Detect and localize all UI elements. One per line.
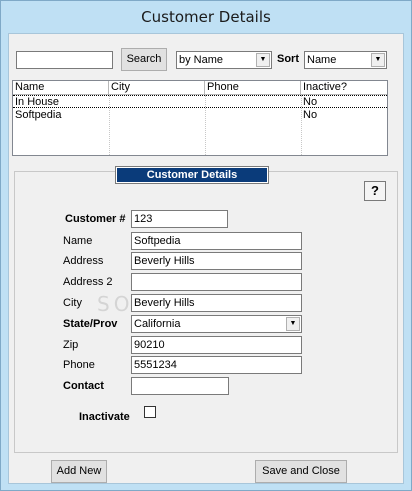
state-select[interactable]: California ▼ xyxy=(131,315,302,333)
cell-inactive: No xyxy=(303,96,318,108)
phone-field[interactable] xyxy=(131,356,302,374)
search-button[interactable]: Search xyxy=(121,48,167,71)
address2-label: Address 2 xyxy=(63,276,113,288)
contact-label: Contact xyxy=(63,380,104,392)
list-row[interactable]: In House No xyxy=(13,95,387,108)
chevron-down-icon[interactable]: ▼ xyxy=(286,317,300,331)
chevron-down-icon[interactable]: ▼ xyxy=(371,53,385,67)
city-label: City xyxy=(63,297,82,309)
address2-field[interactable] xyxy=(131,273,302,291)
details-panel-title: Customer Details xyxy=(115,166,269,184)
search-input[interactable] xyxy=(16,51,113,69)
cell-name: In House xyxy=(15,96,60,108)
sort-select-value: Name xyxy=(307,54,337,66)
help-button[interactable]: ? xyxy=(364,181,386,201)
inactivate-checkbox[interactable] xyxy=(144,406,156,418)
app-window: Customer Details Search by Name ▼ Sort N… xyxy=(0,0,412,491)
city-field[interactable] xyxy=(131,294,302,312)
filter-select-value: by Name xyxy=(179,54,224,66)
column-header-name[interactable]: Name xyxy=(13,81,109,95)
zip-field[interactable] xyxy=(131,336,302,354)
window-title: Customer Details xyxy=(141,8,271,26)
sort-select[interactable]: Name ▼ xyxy=(304,51,387,69)
add-new-button[interactable]: Add New xyxy=(51,460,107,483)
name-field[interactable] xyxy=(131,232,302,250)
save-and-close-button[interactable]: Save and Close xyxy=(255,460,347,483)
list-row[interactable]: Softpedia No xyxy=(13,109,387,122)
customer-no-label: Customer # xyxy=(65,213,126,225)
cell-phone xyxy=(205,109,207,122)
inactivate-label: Inactivate xyxy=(79,411,130,423)
column-header-city[interactable]: City xyxy=(109,81,205,95)
cell-city xyxy=(109,96,111,109)
name-label: Name xyxy=(63,235,93,247)
column-header-inactive[interactable]: Inactive? xyxy=(301,81,387,95)
help-icon: ? xyxy=(371,183,379,198)
column-header-phone[interactable]: Phone xyxy=(205,81,301,95)
cell-city xyxy=(109,109,111,122)
cell-phone xyxy=(205,96,207,109)
address-field[interactable] xyxy=(131,252,302,270)
state-label: State/Prov xyxy=(63,318,118,330)
contact-field[interactable] xyxy=(131,377,229,395)
zip-label: Zip xyxy=(63,339,79,351)
cell-inactive: No xyxy=(303,109,318,121)
sort-label: Sort xyxy=(277,53,299,65)
customer-no-field[interactable] xyxy=(131,210,228,228)
phone-label: Phone xyxy=(63,359,95,371)
customer-list[interactable]: Name City Phone Inactive? In House No So… xyxy=(12,80,388,156)
chevron-down-icon[interactable]: ▼ xyxy=(256,53,270,67)
client-area: Search by Name ▼ Sort Name ▼ Name City P… xyxy=(8,33,404,484)
filter-select[interactable]: by Name ▼ xyxy=(176,51,272,69)
state-select-value: California xyxy=(134,318,181,330)
list-header: Name City Phone Inactive? xyxy=(13,81,387,95)
address-label: Address xyxy=(63,255,104,267)
cell-name: Softpedia xyxy=(15,109,62,121)
